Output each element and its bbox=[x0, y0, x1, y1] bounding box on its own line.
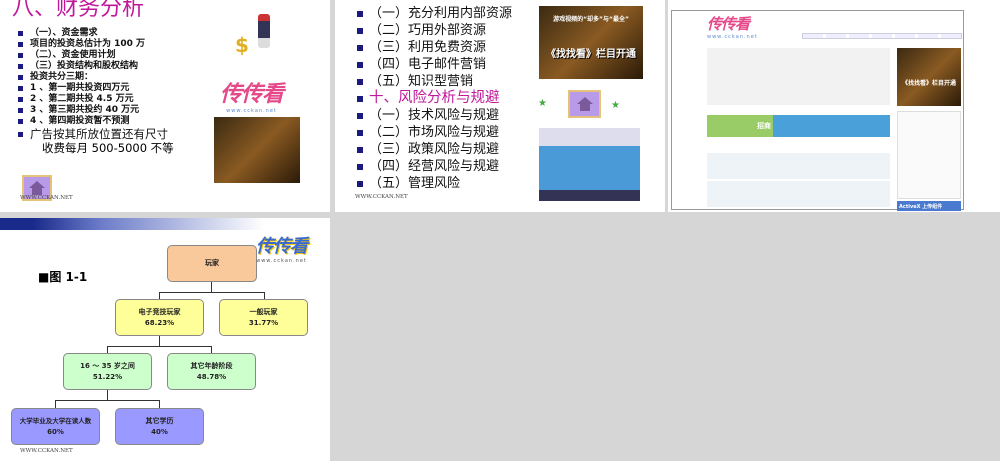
node-other-age: 其它年龄阶段 48.78% bbox=[167, 353, 256, 390]
bullet: （二）市场风险与规避 bbox=[355, 124, 512, 141]
home-button[interactable] bbox=[568, 90, 601, 118]
bullet: 投资共分三期： bbox=[16, 72, 168, 83]
bullet: （三）政策风险与规避 bbox=[355, 141, 512, 158]
racing-game-screenshot bbox=[539, 128, 640, 201]
node-esports-players: 电子竞技玩家 68.23% bbox=[115, 299, 204, 336]
logo: 传传看 www.cckan.net bbox=[256, 236, 308, 264]
promo-banner: 游戏视频的“却多”与“最全” 《找找看》栏目开通 bbox=[539, 6, 643, 79]
star-icon: ★ bbox=[611, 100, 620, 111]
logo: 传传看 www.cckan.net bbox=[220, 82, 284, 114]
game-screenshot bbox=[214, 117, 300, 183]
bullet: （四）电子邮件营销 bbox=[355, 56, 512, 73]
site-banner: 《找找看》栏目开通 bbox=[897, 48, 961, 106]
star-icon: ★ bbox=[538, 98, 547, 109]
bullet: （三）投资结构和股权结构 bbox=[16, 61, 168, 72]
bullet: （二）、资金使用计划 bbox=[16, 50, 168, 61]
bullet: 1 、第一期共投资四万元 bbox=[16, 83, 168, 94]
bullet: 2 、第二期共投 4.5 万元 bbox=[16, 94, 168, 105]
ad-banner: 招商 bbox=[707, 115, 890, 137]
section-heading: 十、风险分析与规避 bbox=[355, 90, 512, 107]
slide-thumbnail-3[interactable]: 传传看 www.cckan.net 《找找看》栏目开通 招商 ActiveX 上… bbox=[668, 0, 1000, 212]
slide-thumbnail-4[interactable]: 传传看 www.cckan.net ■图 1-1 玩家 电子竞技玩家 68.23%… bbox=[0, 218, 330, 461]
website-screenshot: 传传看 www.cckan.net 《找找看》栏目开通 招商 ActiveX 上… bbox=[671, 10, 964, 211]
node-players: 玩家 bbox=[167, 245, 257, 282]
node-general-players: 一般玩家 31.77% bbox=[219, 299, 308, 336]
figure-label: ■图 1-1 bbox=[38, 270, 88, 284]
activex-ad: ActiveX 上传组件 bbox=[897, 201, 961, 211]
header-bar bbox=[0, 218, 330, 230]
dollar-sign-icon: $ bbox=[235, 33, 249, 57]
node-other-education: 其它学历 40% bbox=[115, 408, 204, 445]
video-strip bbox=[707, 48, 890, 105]
bullet: 3 、第三期共投约 40 万元 bbox=[16, 105, 168, 116]
bullet: （一）、资金需求 bbox=[16, 28, 168, 39]
video-list bbox=[707, 151, 890, 209]
bullet: （五）知识型营销 bbox=[355, 73, 512, 90]
bullet: 4 、第四期投资暂不预测 bbox=[16, 116, 168, 127]
uncle-sam-clipart bbox=[258, 14, 270, 48]
sidebar-panel bbox=[897, 111, 961, 199]
bullet: （一）充分利用内部资源 bbox=[355, 5, 512, 22]
footer-url: WWW.CCKAN.NET bbox=[20, 195, 73, 201]
footer-url: WWW.CCKAN.NET bbox=[20, 448, 73, 454]
bullet: （四）经营风险与规避 bbox=[355, 158, 512, 175]
home-icon bbox=[29, 181, 45, 195]
footer-url: WWW.CCKAN.NET bbox=[355, 194, 408, 200]
bullet: （一）技术风险与规避 bbox=[355, 107, 512, 124]
site-logo: 传传看 www.cckan.net bbox=[707, 15, 758, 40]
node-age-16-35: 16 ～ 35 岁之间 51.22% bbox=[63, 353, 152, 390]
bullet-list: （一）充分利用内部资源 （二）巧用外部资源 （三）利用免费资源 （四）电子邮件营… bbox=[355, 5, 512, 192]
slide-thumbnail-1[interactable]: 八、财务分析 （一）、资金需求 项目的投资总估计为 100 万 （二）、资金使用… bbox=[0, 0, 330, 212]
slide-title: 八、财务分析 bbox=[12, 0, 145, 21]
bullet: 广告按其所放位置还有尺寸 bbox=[16, 127, 168, 141]
bullet-list: （一）、资金需求 项目的投资总估计为 100 万 （二）、资金使用计划 （三）投… bbox=[16, 28, 168, 141]
bullet: 项目的投资总估计为 100 万 bbox=[16, 39, 168, 50]
bullet: （三）利用免费资源 bbox=[355, 39, 512, 56]
bullet: （二）巧用外部资源 bbox=[355, 22, 512, 39]
bullet: （五）管理风险 bbox=[355, 175, 512, 192]
node-college: 大学毕业及大学在读人数 60% bbox=[11, 408, 100, 445]
bullet-continuation: 收费每月 500-5000 不等 bbox=[42, 141, 174, 155]
site-nav bbox=[802, 33, 962, 39]
home-icon bbox=[576, 97, 593, 111]
slide-thumbnail-2[interactable]: （一）充分利用内部资源 （二）巧用外部资源 （三）利用免费资源 （四）电子邮件营… bbox=[335, 0, 665, 212]
